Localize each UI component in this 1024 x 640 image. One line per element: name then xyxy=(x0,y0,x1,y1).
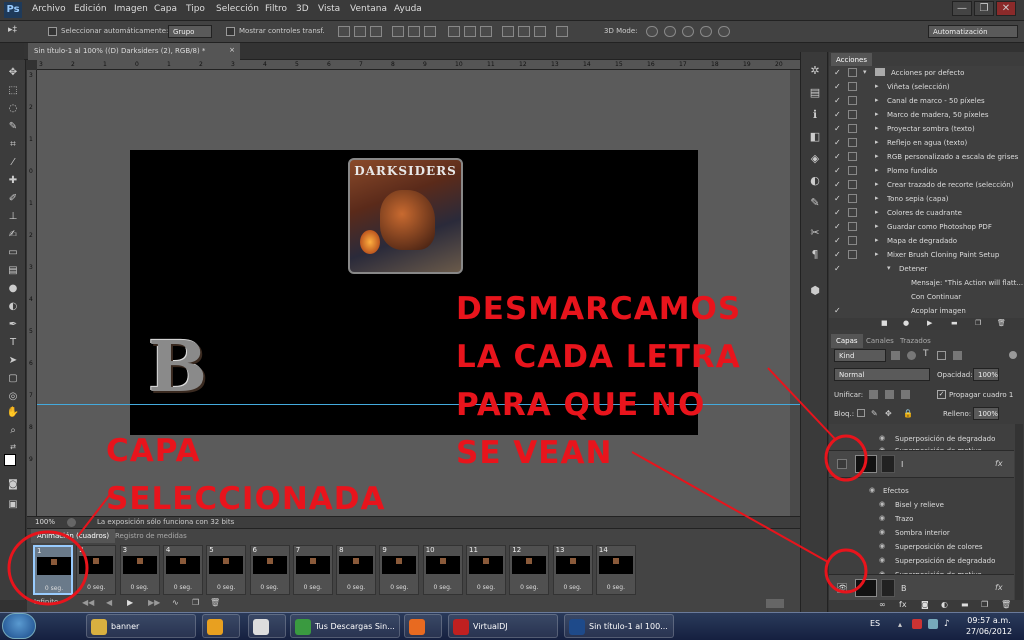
annotation-text-line2: LA CADA LETRA xyxy=(456,339,741,375)
annotation-arrow-eye-b xyxy=(631,451,829,563)
tray-network-icon[interactable] xyxy=(928,619,938,629)
annotation-text-line3: PARA QUE NO xyxy=(456,387,706,423)
taskbar-item-label: Tus Descargas Sin... xyxy=(315,622,395,631)
annotation-circle-frame xyxy=(7,530,89,606)
taskbar-app-icon xyxy=(91,619,107,635)
taskbar-item[interactable]: VirtualDJ xyxy=(448,614,558,638)
taskbar-item[interactable] xyxy=(202,614,240,638)
annotation-text-capa: CAPA xyxy=(106,433,201,469)
taskbar-app-icon xyxy=(453,619,469,635)
annotation-text-line1: DESMARCAMOS xyxy=(456,291,742,327)
taskbar-item[interactable]: banner xyxy=(86,614,196,638)
taskbar-item-label: VirtualDJ xyxy=(473,622,508,631)
annotation-arrow-eye-i xyxy=(767,367,837,441)
tray-volume-icon[interactable]: ♪ xyxy=(944,619,950,629)
taskbar-item[interactable] xyxy=(248,614,286,638)
clock-time: 09:57 a.m. xyxy=(967,616,1011,625)
taskbar-app-icon xyxy=(207,619,223,635)
language-indicator[interactable]: ES xyxy=(870,619,880,628)
start-button[interactable] xyxy=(2,613,36,639)
tray-flag-icon[interactable] xyxy=(912,619,922,629)
annotation-circle-eye-b xyxy=(824,548,868,594)
taskbar-item[interactable]: Sin título-1 al 100... xyxy=(564,614,674,638)
annotation-text-line4: SE VEAN xyxy=(456,435,613,471)
taskbar-app-icon xyxy=(295,619,311,635)
tray-expand-icon[interactable]: ▴ xyxy=(898,620,902,629)
taskbar-item-label: banner xyxy=(111,622,140,631)
taskbar-item-label: Sin título-1 al 100... xyxy=(589,622,668,631)
annotation-text-seleccionada: SELECCIONADA xyxy=(106,481,386,517)
system-clock[interactable]: 09:57 a.m. 27/06/2012 xyxy=(960,615,1018,637)
clock-date: 27/06/2012 xyxy=(965,627,1013,636)
taskbar-app-icon xyxy=(409,619,425,635)
taskbar-item[interactable]: Tus Descargas Sin... xyxy=(290,614,400,638)
taskbar-item[interactable] xyxy=(404,614,442,638)
annotation-circle-eye-i xyxy=(824,434,868,482)
taskbar-app-icon xyxy=(253,619,269,635)
photoshop-window: Ps Archivo Edición Imagen Capa Tipo Sele… xyxy=(0,0,1024,640)
taskbar-app-icon xyxy=(569,619,585,635)
